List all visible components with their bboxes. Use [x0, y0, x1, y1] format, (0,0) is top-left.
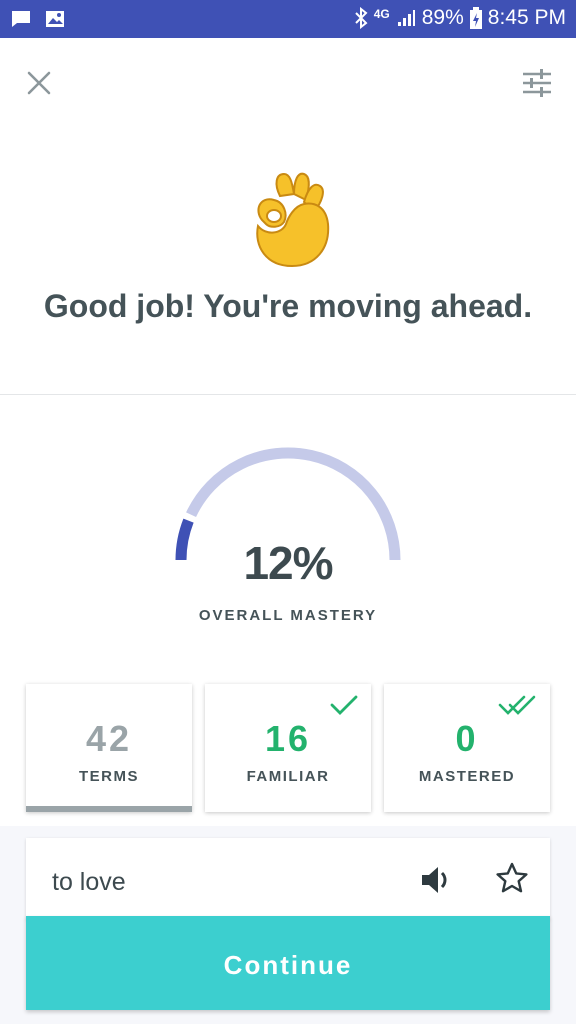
- close-button[interactable]: [24, 68, 54, 98]
- familiar-label: FAMILIAR: [246, 768, 330, 785]
- result-headline: Good job! You're moving ahead.: [43, 288, 533, 324]
- selected-indicator: [26, 806, 192, 812]
- mastered-card[interactable]: 0 MASTERED: [384, 684, 550, 812]
- terms-count: 42: [85, 718, 133, 759]
- term-card: to love: [26, 838, 550, 920]
- mastered-count: 0: [455, 718, 479, 759]
- familiar-card[interactable]: 16 FAMILIAR: [205, 684, 371, 812]
- notification-icons: [10, 8, 66, 30]
- section-divider: [0, 394, 576, 395]
- signal-icon: [396, 8, 416, 28]
- clock: 8:45 PM: [487, 6, 566, 29]
- status-bar: 4G 89% 8:45 PM: [0, 0, 576, 38]
- settings-sliders-icon: [523, 69, 551, 97]
- ok-hand-emoji: [244, 166, 334, 270]
- check-icon: [330, 695, 358, 715]
- image-icon: [44, 8, 66, 30]
- settings-button[interactable]: [520, 66, 554, 100]
- message-icon: [10, 8, 32, 30]
- mastery-percent: 12%: [243, 537, 333, 589]
- term-text: to love: [52, 868, 126, 896]
- battery-icon: [469, 7, 482, 29]
- bluetooth-icon: [354, 7, 368, 29]
- close-icon: [27, 71, 51, 95]
- terms-label: TERMS: [79, 768, 139, 785]
- double-check-icon: [498, 695, 536, 715]
- battery-percent: 89%: [421, 6, 464, 29]
- terms-card[interactable]: 42 TERMS: [26, 684, 192, 812]
- star-button[interactable]: [494, 860, 530, 896]
- continue-button[interactable]: Continue: [26, 916, 550, 1010]
- network-type: 4G: [373, 7, 390, 21]
- star-icon: [496, 862, 528, 893]
- speaker-icon: [422, 867, 447, 893]
- mastery-label: OVERALL MASTERY: [198, 607, 378, 624]
- audio-button[interactable]: [418, 862, 454, 898]
- mastered-label: MASTERED: [418, 768, 516, 785]
- system-status: 4G 89% 8:45 PM: [354, 6, 566, 30]
- familiar-count: 16: [264, 718, 312, 759]
